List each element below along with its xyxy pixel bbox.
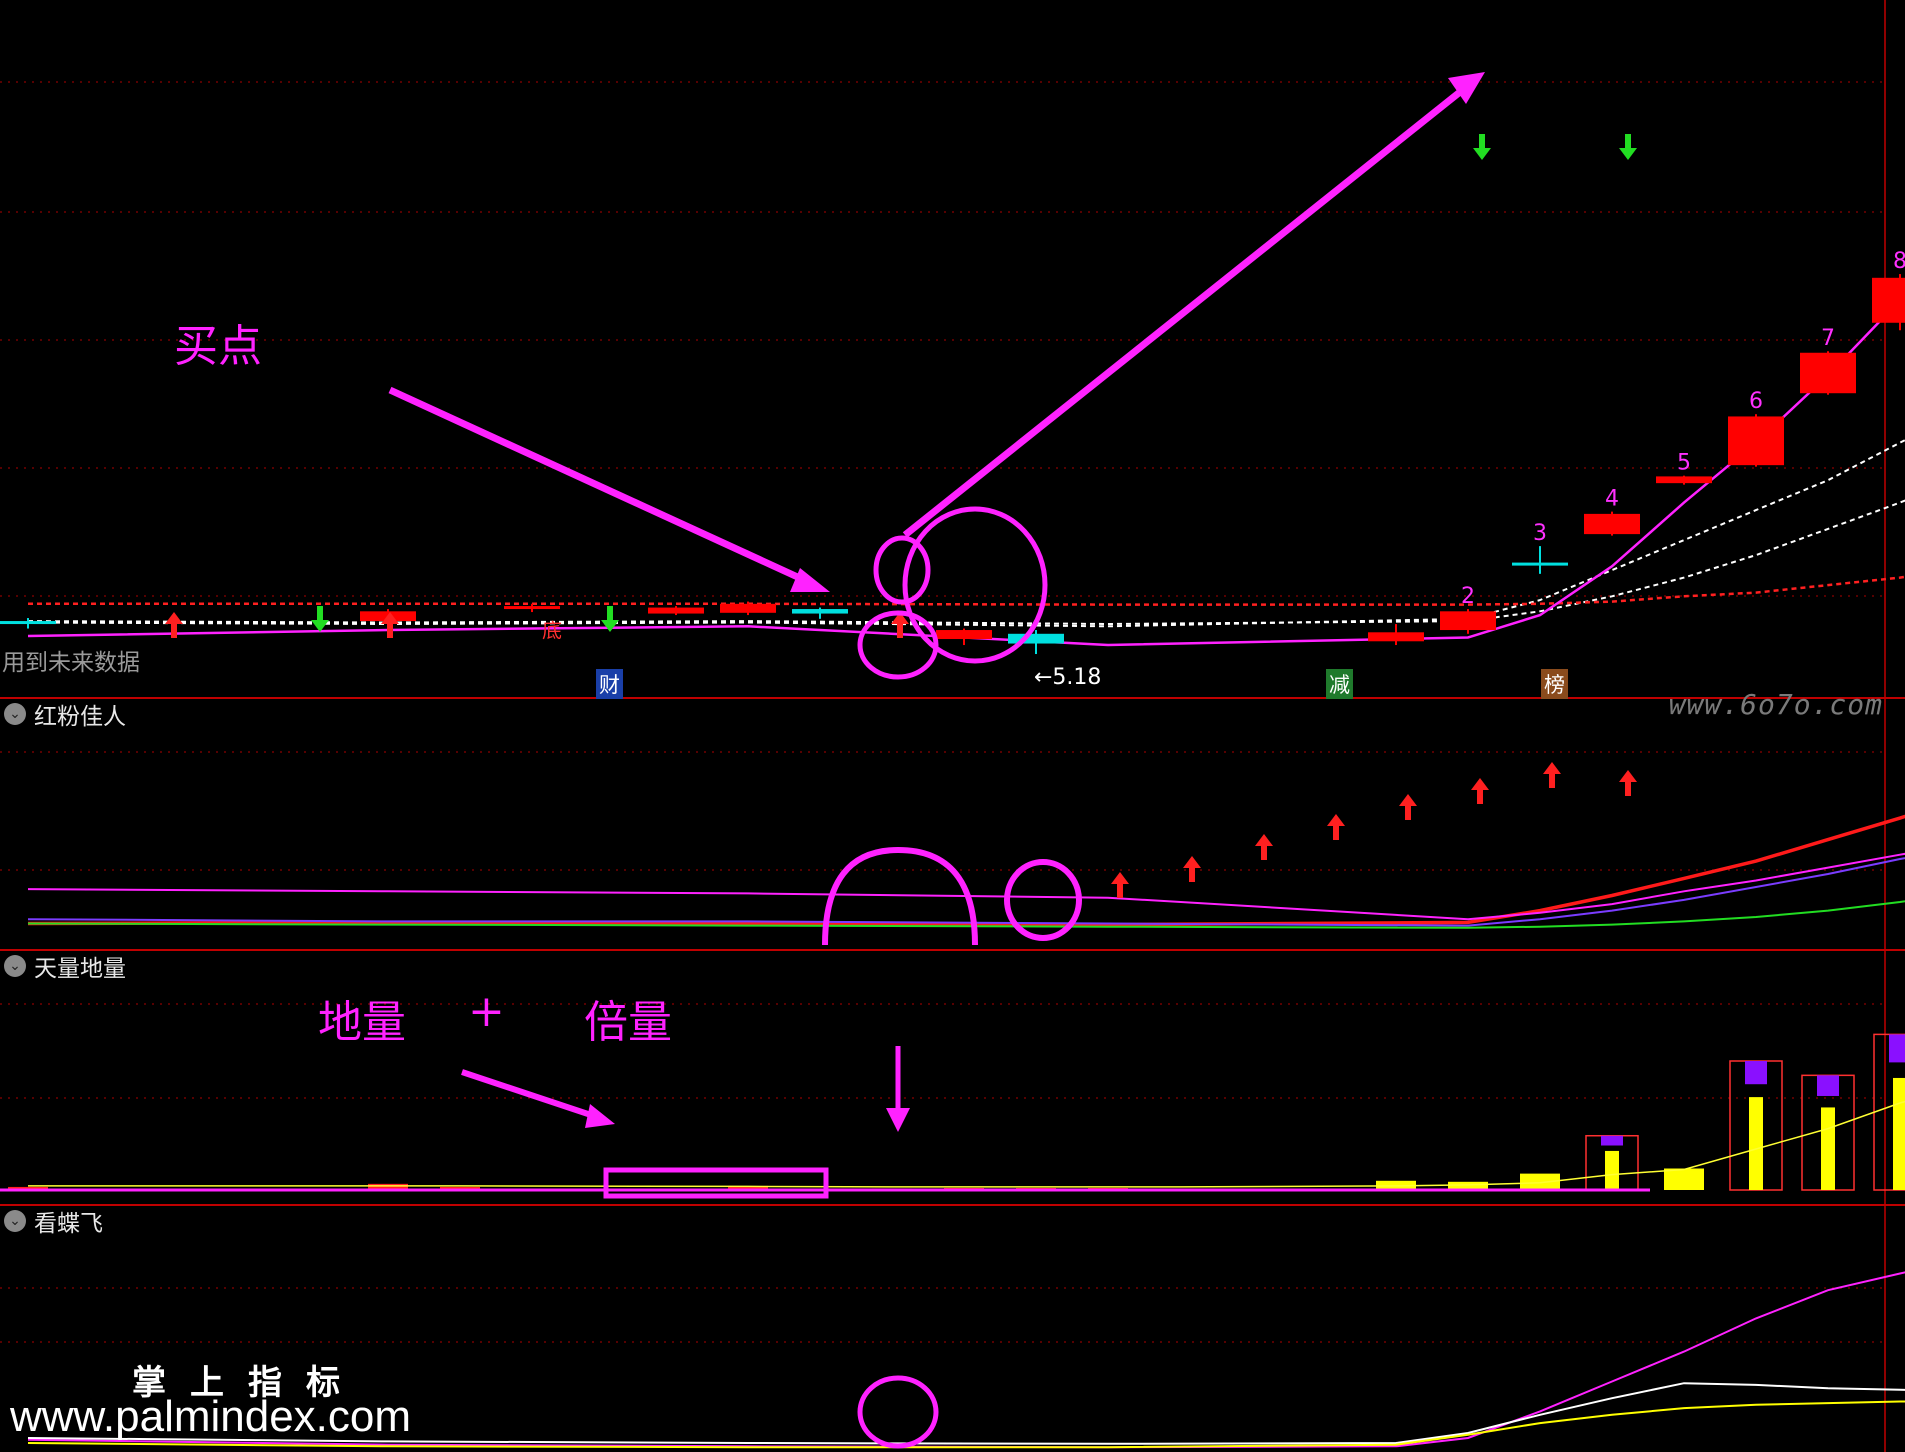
buy-point-note: 买点 (174, 321, 262, 372)
candle-body (1800, 352, 1856, 394)
annotation-arrow-icon (461, 1069, 601, 1121)
candle-body (936, 630, 992, 640)
indicator1-line-3 (27, 857, 1905, 927)
hand-drawn-annotations (388, 72, 1485, 1449)
indicator1-plot (27, 814, 1905, 929)
count-label: 2 (1461, 584, 1475, 609)
volume-cap (1745, 1061, 1767, 1085)
annotation-arrowhead-icon (790, 568, 830, 592)
candle-body (720, 603, 776, 613)
badge-cai: 财 (596, 669, 623, 699)
volume-ma-line (28, 1100, 1905, 1188)
count-label: 3 (1533, 521, 1547, 546)
volume-bar (1664, 1168, 1704, 1190)
candle-body (1512, 562, 1568, 566)
badge-jian: 减 (1326, 669, 1353, 699)
highlight-circle (857, 1375, 939, 1449)
highlight-circle (873, 535, 931, 605)
indicator1-title[interactable]: ⌄ 红粉佳人 (4, 700, 126, 730)
volume-bar (1893, 1077, 1905, 1190)
volume-cap (1601, 1135, 1623, 1146)
volume-bar (1749, 1097, 1763, 1190)
signal-markers (165, 134, 1637, 898)
indicator-arrow-icon (1255, 834, 1273, 860)
stock-chart-canvas[interactable]: 23456789←13.2顶←5.18底 (0, 0, 1905, 1452)
volume-cap (1817, 1075, 1839, 1096)
volume-note-plus: + (468, 986, 505, 1037)
count-label: 6 (1749, 389, 1763, 414)
badge-bang: 榜 (1541, 669, 1568, 699)
grid-lines (0, 81, 1885, 1343)
annotation-arrow-icon (388, 386, 817, 589)
count-label: 4 (1605, 487, 1619, 512)
candle-body (1368, 632, 1424, 642)
bottom-marker: 底 (542, 619, 562, 643)
candle-body (1872, 277, 1905, 323)
candle-body (792, 609, 848, 614)
volume-note-left: 地量 (318, 997, 406, 1048)
sell-arrow-icon (1619, 134, 1637, 160)
sell-arrow-icon (311, 606, 329, 632)
annotation-arrowhead-icon (886, 1108, 910, 1132)
main-moving-averages (27, 292, 1905, 647)
candle-body (0, 621, 56, 625)
candle-body (1584, 513, 1640, 535)
indicator2-title[interactable]: ⌄ 天量地量 (4, 952, 126, 982)
highlight-arc (822, 846, 978, 946)
indicator-arrow-icon (1399, 794, 1417, 820)
sell-arrow-icon (1473, 134, 1491, 160)
low-price-label: ←5.18 (1034, 665, 1101, 690)
site-watermark: www.6o7o.com (1668, 688, 1883, 721)
count-label: 7 (1821, 326, 1835, 351)
indicator-arrow-icon (1619, 770, 1637, 796)
ma-line-1 (27, 438, 1905, 628)
indicator-arrow-icon (1111, 872, 1129, 898)
volume-note-right: 倍量 (584, 997, 672, 1048)
indicator3-title[interactable]: ⌄ 看蝶飞 (4, 1207, 103, 1237)
pane-borders (0, 0, 1905, 1452)
count-label: 5 (1677, 451, 1691, 476)
highlight-box (603, 1167, 829, 1199)
candlesticks: 23456789←13.2顶←5.18底 (0, 249, 1905, 690)
candle-body (1440, 611, 1496, 631)
candle-body (1008, 633, 1064, 644)
indicator-arrow-icon (1471, 778, 1489, 804)
indicator2-label: 天量地量 (34, 956, 126, 982)
collapse-icon[interactable]: ⌄ (4, 703, 26, 725)
annotation-arrowhead-icon (585, 1104, 615, 1128)
candle-body (1656, 476, 1712, 484)
volume-bar (1821, 1107, 1835, 1190)
volume-bar (1605, 1150, 1619, 1190)
indicator-arrow-icon (1543, 762, 1561, 788)
ma-line-4 (27, 292, 1905, 647)
ma-line-3 (28, 575, 1905, 606)
candle-body (648, 607, 704, 614)
indicator2-plot (0, 1033, 1905, 1192)
volume-cap (1889, 1034, 1905, 1063)
indicator3-label: 看蝶飞 (34, 1211, 103, 1237)
future-data-warning: 用到未来数据 (2, 650, 140, 676)
count-label: 8 (1893, 249, 1905, 274)
candle-body (504, 606, 560, 610)
brand-url: www.palmindex.com (10, 1392, 412, 1441)
indicator-arrow-icon (1327, 814, 1345, 840)
collapse-icon[interactable]: ⌄ (4, 955, 26, 977)
indicator1-label: 红粉佳人 (34, 704, 126, 730)
candle-body (1728, 416, 1784, 466)
collapse-icon[interactable]: ⌄ (4, 1210, 26, 1232)
indicator-arrow-icon (1183, 856, 1201, 882)
